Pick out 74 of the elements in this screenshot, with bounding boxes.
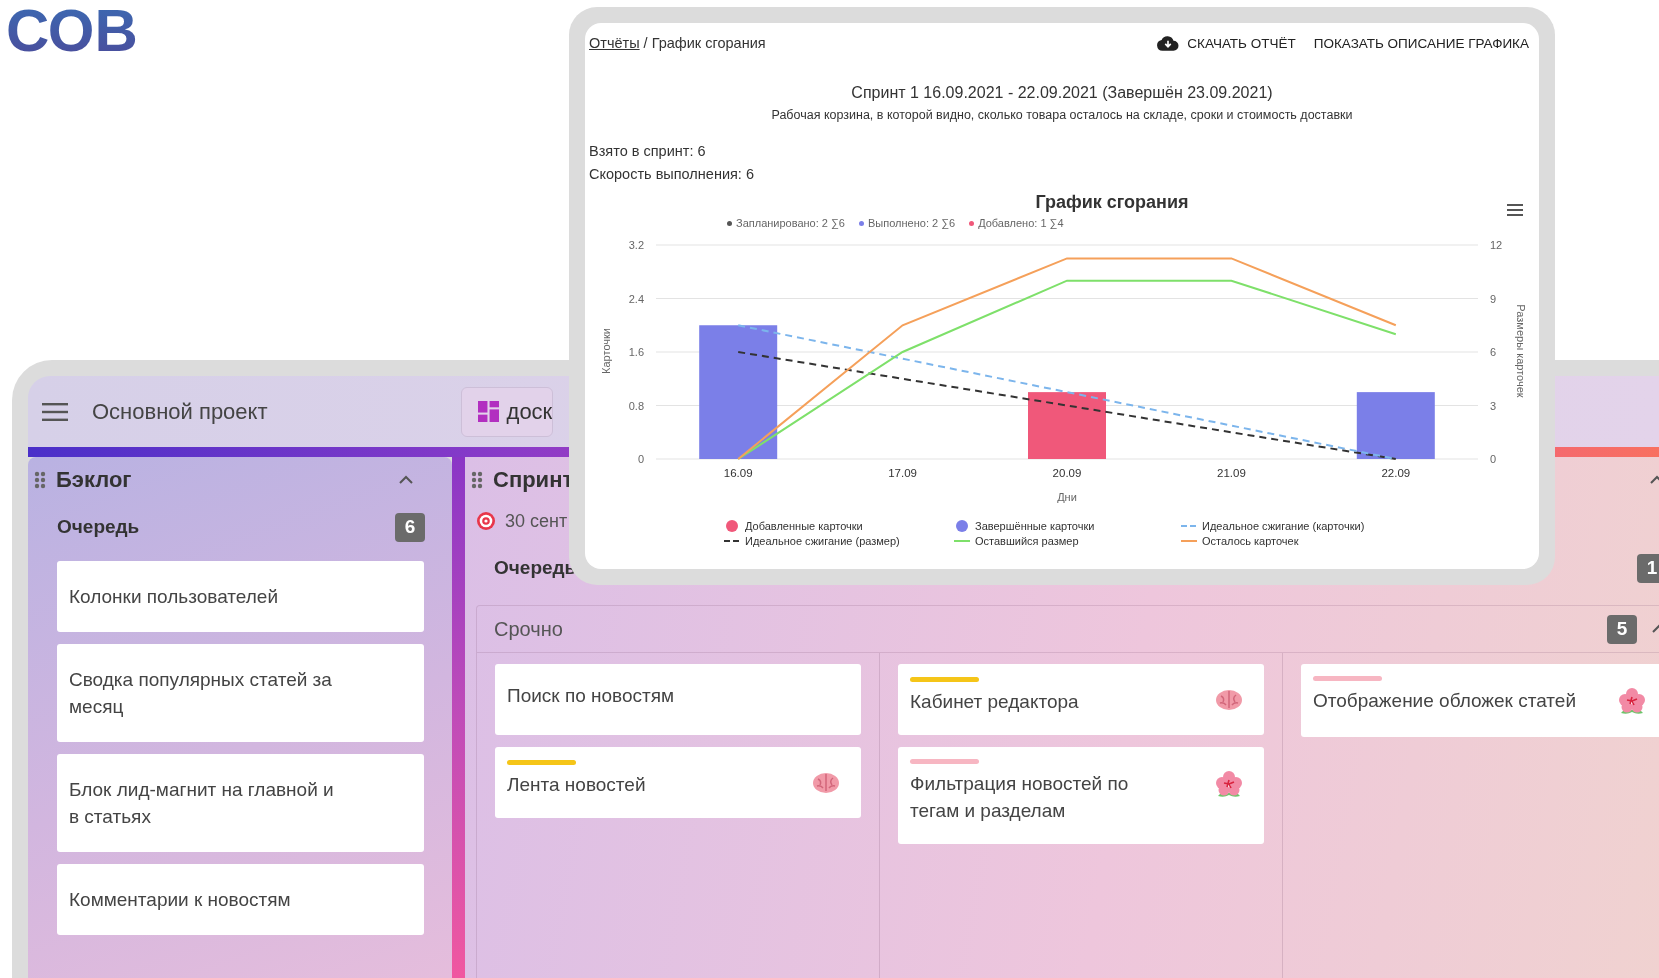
legend-label[interactable]: Идеальное сжигание (карточки) — [1202, 520, 1365, 532]
column-title: Бэклог — [56, 467, 132, 493]
y-tick-label: 2.4 — [628, 292, 644, 305]
breadcrumb-link[interactable]: Отчёты — [589, 35, 640, 51]
y-tick-label: 0 — [637, 453, 644, 465]
flower-icon — [1617, 687, 1647, 717]
drag-handle-icon[interactable] — [34, 471, 46, 489]
queue-title: Очередь — [494, 557, 577, 579]
drag-handle-icon[interactable] — [471, 471, 483, 489]
y-tick-label: 1.6 — [628, 346, 644, 358]
y-axis-title: Карточки — [600, 328, 612, 374]
legend-marker — [726, 520, 738, 532]
menu-icon[interactable] — [1507, 204, 1523, 216]
legend-marker — [953, 540, 971, 542]
legend-label[interactable]: Завершённые карточки — [975, 520, 1095, 532]
target-icon — [476, 511, 496, 531]
brain-icon — [1214, 687, 1244, 712]
y-tick-label: 12 — [1490, 239, 1503, 251]
stat-text: Скорость выполнения: 6 — [589, 165, 755, 184]
sprint-title: Спринт 1 16.09.2021 - 22.09.2021 (Завершён 23.09.2021) — [850, 84, 1274, 102]
task-card[interactable]: Лента новостей — [495, 747, 861, 818]
legend-label[interactable]: Оставшийся размер — [975, 535, 1079, 547]
legend-marker — [956, 520, 968, 532]
sprint-description: Рабочая корзина, в которой видно, сколько товара осталось на складе, сроки и стоимость доставки — [770, 108, 1354, 122]
sprint-date: 30 сент — [505, 510, 568, 532]
x-tick-label: 21.09 — [1217, 467, 1246, 479]
flower-icon — [1214, 770, 1244, 800]
section-title: Срочно — [494, 617, 563, 641]
task-card[interactable]: Поиск по новостям — [495, 664, 861, 735]
legend-label[interactable]: Осталось карточек — [1202, 535, 1299, 547]
chevron-up-icon[interactable] — [398, 475, 414, 485]
legend-marker — [723, 540, 741, 542]
stat-text: Взято в спринт: 6 — [589, 142, 707, 161]
count-badge: 5 — [1607, 614, 1637, 644]
task-card[interactable]: Сводка популярных статей за месяц — [57, 644, 424, 742]
summary-text: Запланировано: 2 ∑6 — [736, 217, 845, 229]
y-axis-title: Размеры карточек — [1515, 304, 1527, 398]
cloud-download-icon — [1157, 35, 1180, 51]
x-tick-label: 20.09 — [1052, 467, 1082, 479]
legend-label[interactable]: Добавленные карточки — [745, 520, 863, 532]
legend-marker — [1180, 525, 1198, 527]
boards-button[interactable]: доск — [460, 386, 554, 437]
count-badge: 1 — [1637, 553, 1659, 583]
legend-marker — [1180, 540, 1198, 542]
y-tick-label: 6 — [1490, 346, 1497, 358]
task-card[interactable]: Комментарии к новостям — [57, 864, 424, 935]
download-report-button[interactable]: СКАЧАТЬ ОТЧЁТ — [1157, 35, 1296, 51]
show-description-button[interactable]: ПОКАЗАТЬ ОПИСАНИЕ ГРАФИКА — [1313, 35, 1529, 51]
x-tick-label: 17.09 — [888, 467, 917, 479]
project-title: Основной проект — [92, 398, 268, 425]
task-card[interactable]: Отображение обложек статей — [1301, 664, 1659, 737]
legend-label[interactable]: Идеальное сжигание (размер) — [745, 535, 900, 547]
y-tick-label: 3.2 — [628, 239, 644, 251]
task-card[interactable]: Кабинет редактора — [898, 664, 1264, 735]
y-tick-label: 3 — [1490, 399, 1497, 412]
x-tick-label: 16.09 — [723, 467, 753, 479]
summary-text: Добавлено: 1 ∑4 — [978, 217, 1064, 229]
queue-title: Очередь — [57, 516, 140, 538]
breadcrumb-current: / График сгорания — [643, 35, 766, 51]
task-card[interactable]: Колонки пользователей — [57, 561, 424, 632]
x-axis-title: Дни — [1057, 491, 1077, 503]
column-title: Спринт — [493, 467, 574, 493]
x-tick-label: 22.09 — [1381, 467, 1411, 479]
chart-title: График сгорания — [1035, 192, 1189, 213]
y-tick-label: 0.8 — [628, 399, 644, 412]
y-tick-label: 0 — [1490, 453, 1497, 465]
task-card[interactable]: Фильтрация новостей по тегам и разделам — [898, 747, 1264, 844]
brain-icon — [811, 770, 841, 795]
task-card[interactable]: Блок лид-магнит на главной и в статьях — [57, 754, 424, 852]
dashboard-icon — [477, 401, 499, 422]
y-tick-label: 9 — [1490, 292, 1497, 305]
count-badge: 6 — [395, 512, 425, 542]
menu-icon[interactable] — [42, 402, 68, 421]
summary-text: Выполнено: 2 ∑6 — [868, 217, 956, 229]
